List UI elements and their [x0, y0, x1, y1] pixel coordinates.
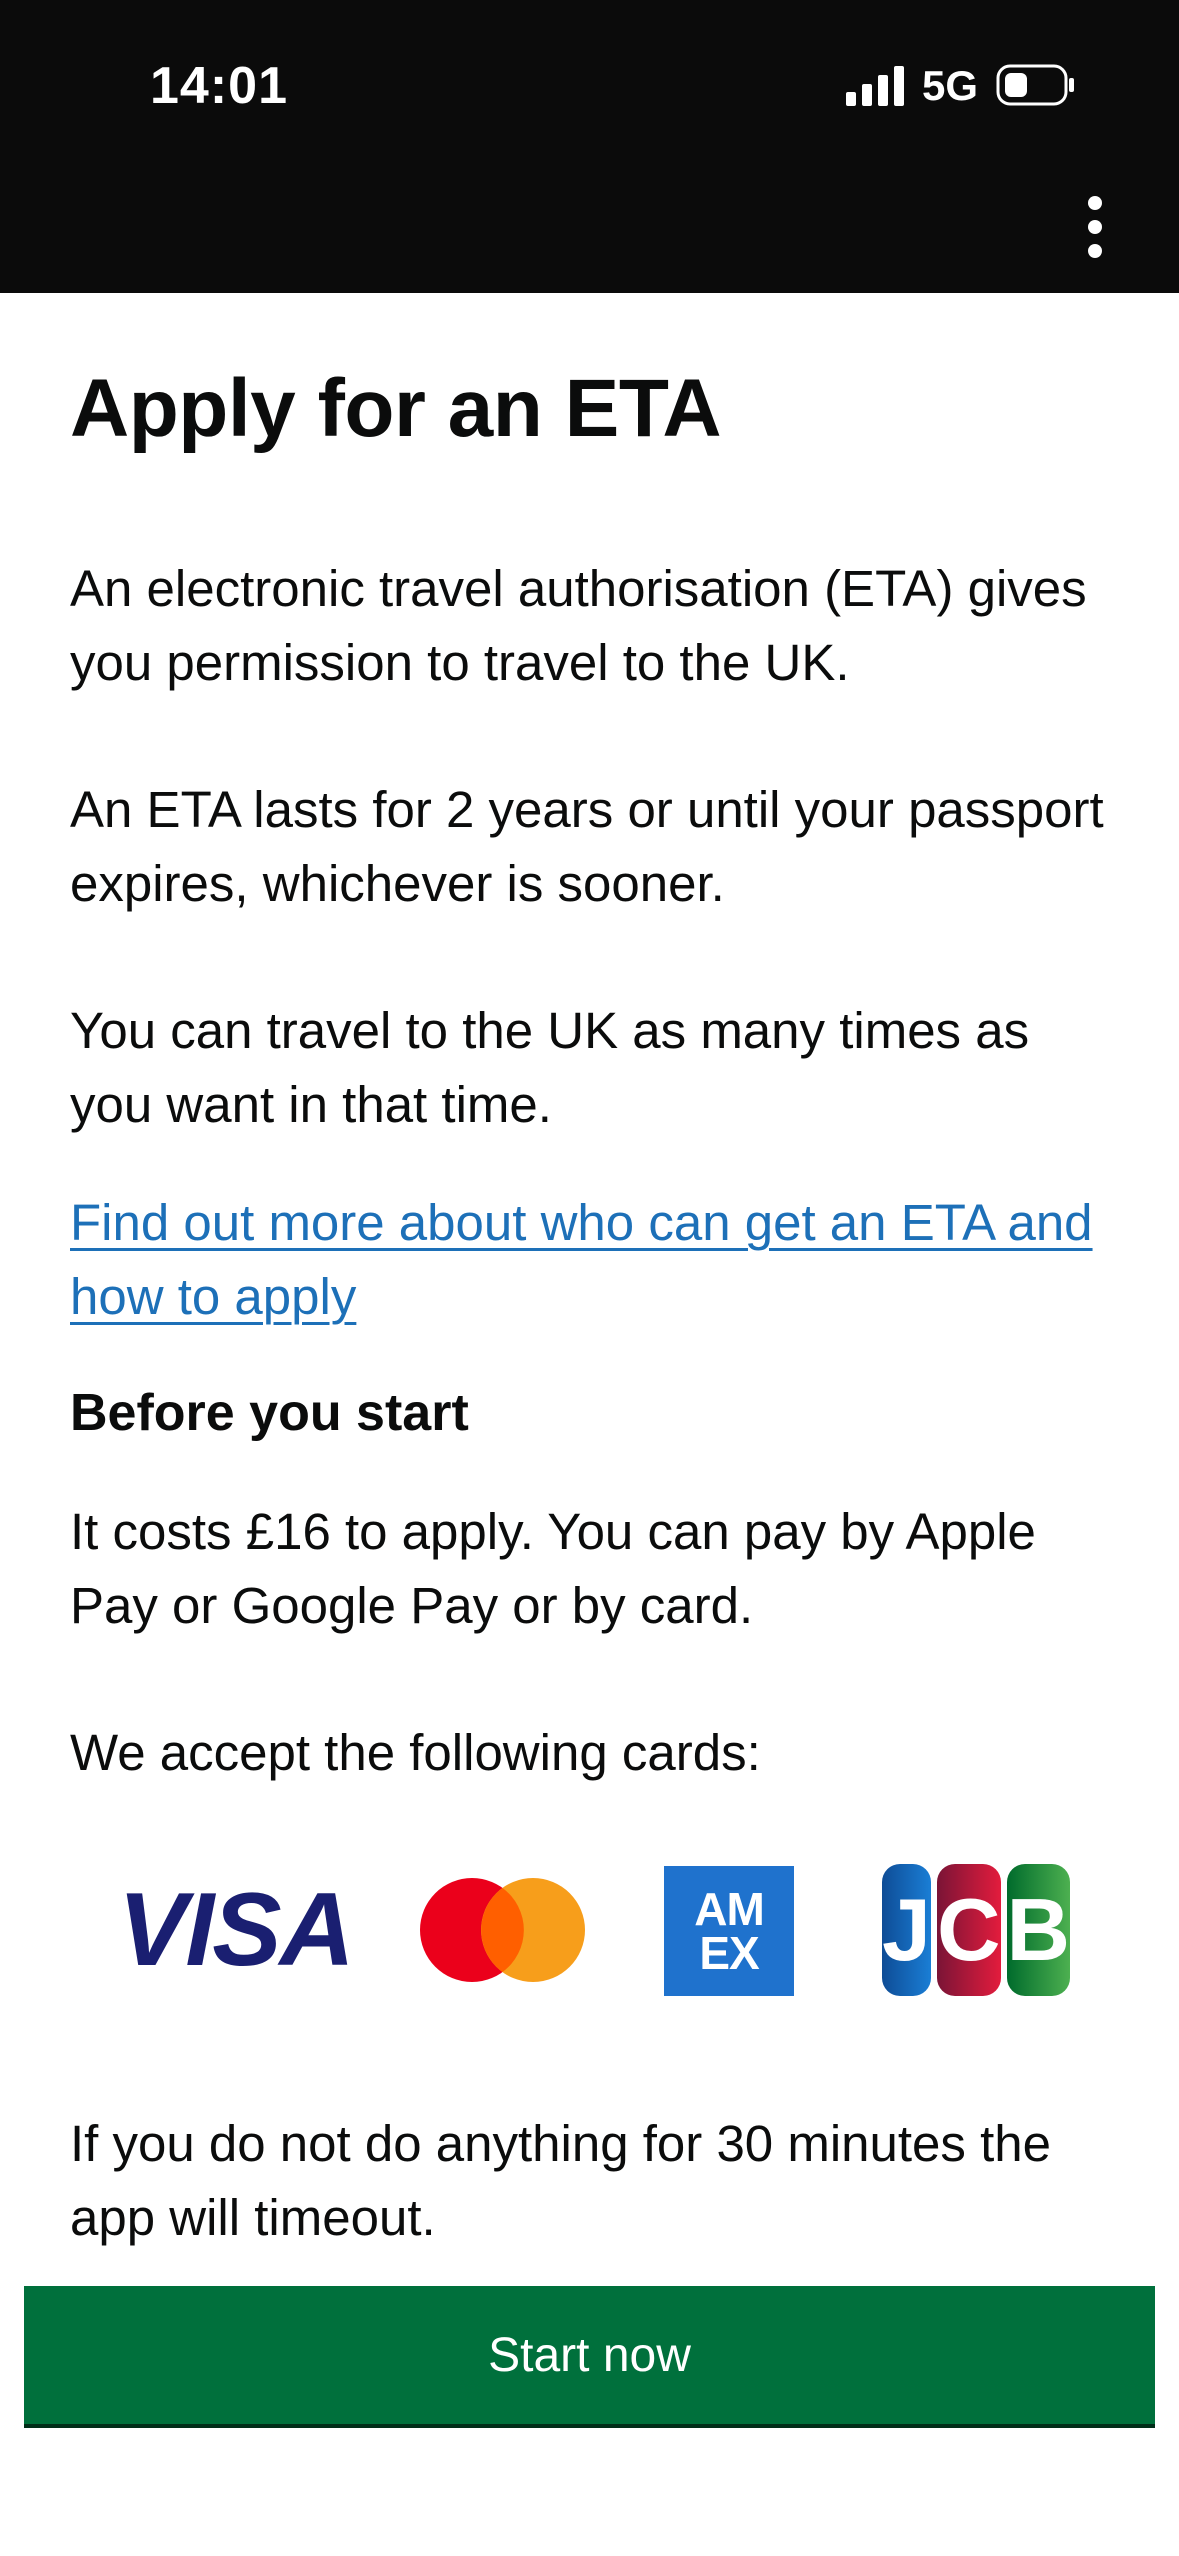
amex-text-bottom: EX: [699, 1927, 759, 1979]
mastercard-logo: [420, 1878, 585, 1982]
start-now-button[interactable]: Start now: [24, 2286, 1155, 2424]
duration-paragraph: An ETA lasts for 2 years or until your p…: [70, 781, 1104, 912]
amex-text-top: AM: [694, 1883, 765, 1935]
find-out-more-link[interactable]: Find out more about who can get an ETA a…: [70, 1186, 1110, 1334]
jcb-letter-c: C: [936, 1864, 1001, 1996]
accepted-cards: VISA AM EX J C B: [0, 1860, 1179, 2000]
jcb-letter-j: J: [882, 1864, 931, 1996]
jcb-logo: J C B: [882, 1864, 1071, 1996]
main-content: Apply for an ETA An electronic travel au…: [70, 360, 1110, 2246]
timeout-paragraph: If you do not do anything for 30 minutes…: [70, 2115, 1051, 2246]
page-title: Apply for an ETA: [70, 363, 722, 454]
vertical-dots-icon[interactable]: [1080, 196, 1110, 258]
amex-logo: AM EX: [664, 1866, 794, 1996]
intro-paragraph: An electronic travel authorisation (ETA)…: [70, 560, 1087, 691]
section-heading: Before you start: [70, 1384, 469, 1442]
network-type: 5G: [922, 62, 979, 109]
status-bar: 14:01 5G: [0, 0, 1179, 293]
jcb-letter-b: B: [1006, 1864, 1071, 1996]
travel-paragraph: You can travel to the UK as many times a…: [70, 1002, 1030, 1133]
cards-paragraph: We accept the following cards:: [70, 1724, 761, 1781]
visa-logo: VISA: [118, 1872, 355, 1988]
signal-icon: [846, 66, 904, 106]
battery-icon: [996, 64, 1074, 106]
status-time: 14:01: [150, 57, 288, 115]
cost-paragraph: It costs £16 to apply. You can pay by Ap…: [70, 1503, 1036, 1634]
